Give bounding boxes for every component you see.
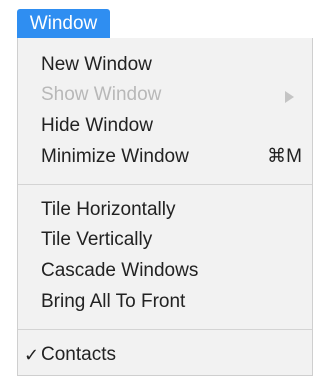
menu-item-label: Contacts	[41, 344, 116, 365]
keyboard-shortcut: ⌘M	[267, 146, 302, 167]
menu-item-minimize-window[interactable]: Minimize Window ⌘M	[18, 142, 312, 172]
menu-separator	[18, 329, 312, 330]
menu-item-tile-horizontally[interactable]: Tile Horizontally	[18, 195, 312, 225]
window-menu-screenshot: Window New Window Show Window Hide Windo…	[0, 0, 317, 378]
menu-title-window[interactable]: Window	[17, 9, 110, 38]
menu-item-tile-vertically[interactable]: Tile Vertically	[18, 225, 312, 255]
chevron-right-icon	[285, 91, 294, 103]
menu-item-label: Tile Horizontally	[41, 199, 176, 220]
menu-item-label: Tile Vertically	[41, 229, 153, 250]
menu-item-label: Bring All To Front	[41, 291, 186, 312]
menu-item-hide-window[interactable]: Hide Window	[18, 111, 312, 141]
menu-item-label: Cascade Windows	[41, 260, 199, 281]
window-menu-dropdown: New Window Show Window Hide Window Minim…	[17, 38, 313, 376]
menu-item-show-window: Show Window	[18, 80, 312, 110]
menu-item-new-window[interactable]: New Window	[18, 50, 312, 80]
menu-item-label: New Window	[41, 54, 152, 75]
menu-item-contacts[interactable]: ✓ Contacts	[18, 340, 312, 370]
menu-item-cascade-windows[interactable]: Cascade Windows	[18, 256, 312, 286]
menu-separator	[18, 184, 312, 185]
menu-bar: Window	[0, 0, 317, 38]
menu-item-label: Show Window	[41, 84, 162, 105]
menu-item-label: Hide Window	[41, 115, 153, 136]
menu-item-label: Minimize Window	[41, 146, 189, 167]
checkmark-icon: ✓	[24, 345, 40, 365]
menu-item-bring-all-to-front[interactable]: Bring All To Front	[18, 287, 312, 317]
